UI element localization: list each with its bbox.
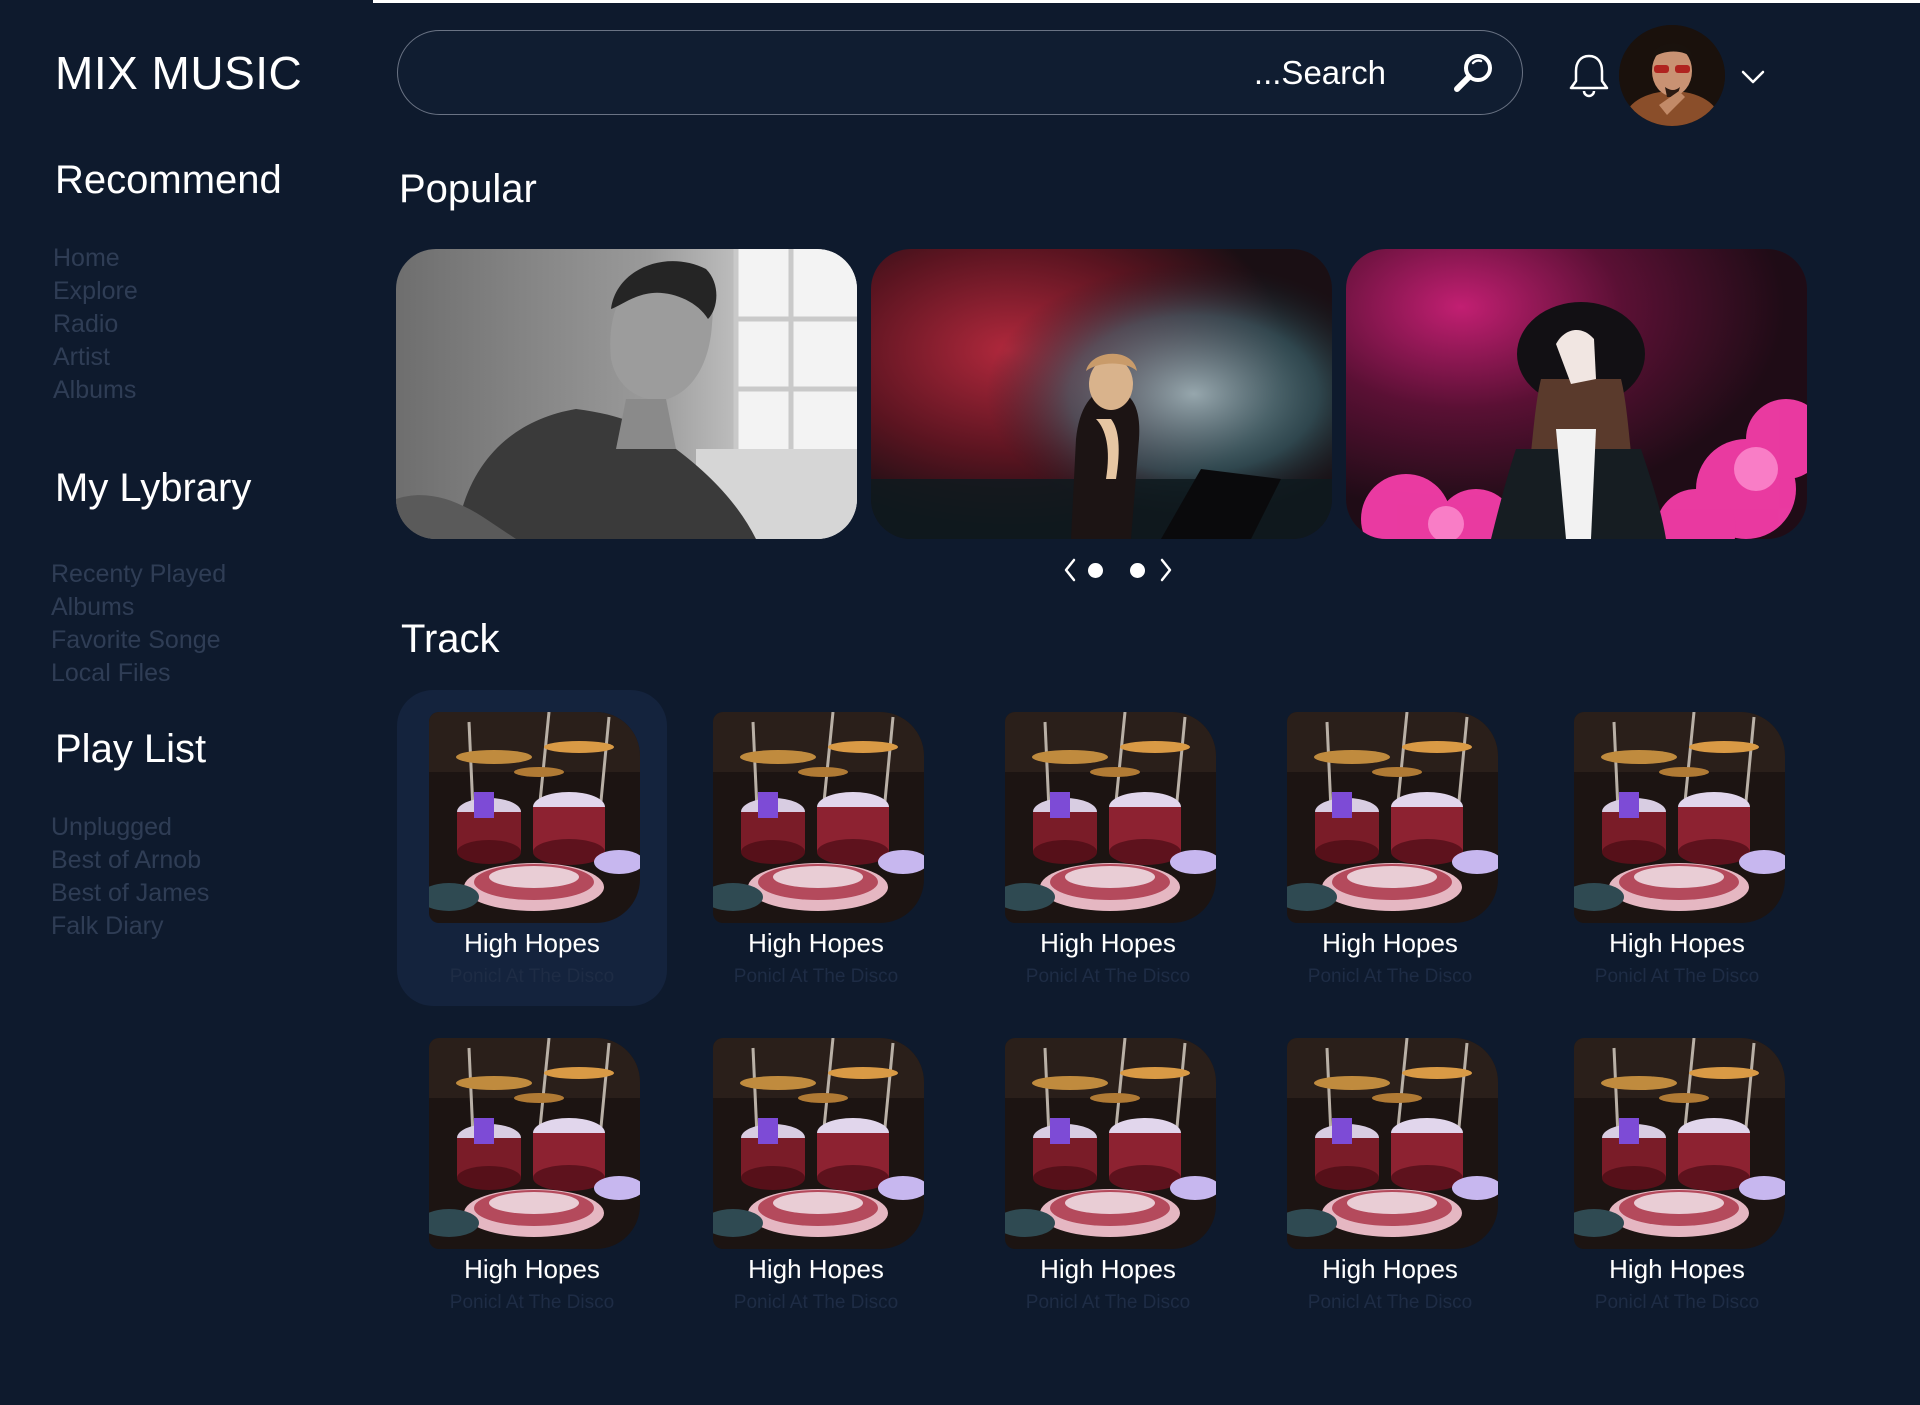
chevron-left-icon[interactable] bbox=[1062, 557, 1078, 583]
popular-card-2[interactable] bbox=[871, 249, 1332, 539]
library-list: Recenty Played Albums Favorite Songe Loc… bbox=[51, 558, 226, 690]
playlist-list: Unplugged Best of Arnob Best of James Fa… bbox=[51, 811, 209, 943]
sidebar-item-unplugged[interactable]: Unplugged bbox=[51, 811, 209, 844]
track-card[interactable]: High Hopes Ponicl At The Disco bbox=[973, 690, 1243, 1006]
track-artist: Ponicl At The Disco bbox=[1594, 1292, 1760, 1313]
playlist-title: Play List bbox=[55, 727, 207, 771]
top-accent-line bbox=[373, 0, 1920, 3]
track-artist: Ponicl At The Disco bbox=[1025, 1292, 1191, 1313]
carousel-dot-2[interactable] bbox=[1130, 563, 1145, 578]
search-input[interactable] bbox=[424, 41, 1388, 105]
track-cover-image bbox=[1005, 712, 1216, 923]
sidebar-item-best-of-james[interactable]: Best of James bbox=[51, 877, 209, 910]
track-artist: Ponicl At The Disco bbox=[1307, 1292, 1473, 1313]
track-cover-image bbox=[1005, 1038, 1216, 1249]
track-title: High Hopes bbox=[464, 928, 600, 958]
sidebar-item-home[interactable]: Home bbox=[53, 242, 138, 275]
track-title: High Hopes bbox=[1322, 1254, 1458, 1284]
popular-heading: Popular bbox=[399, 167, 537, 211]
sidebar-item-best-of-arnob[interactable]: Best of Arnob bbox=[51, 844, 209, 877]
track-artist: Ponicl At The Disco bbox=[733, 1292, 899, 1313]
avatar[interactable] bbox=[1619, 25, 1725, 126]
track-cover-image bbox=[429, 712, 640, 923]
sidebar-item-favorite-songs[interactable]: Favorite Songe bbox=[51, 624, 226, 657]
sidebar-item-library-albums[interactable]: Albums bbox=[51, 591, 226, 624]
track-card[interactable]: High Hopes Ponicl At The Disco bbox=[397, 690, 667, 1006]
track-artist: Ponicl At The Disco bbox=[733, 966, 899, 987]
sidebar-item-artist[interactable]: Artist bbox=[53, 341, 138, 374]
library-title: My Lybrary bbox=[55, 466, 252, 510]
popular-card-3[interactable] bbox=[1346, 249, 1807, 539]
sidebar-item-falk-diary[interactable]: Falk Diary bbox=[51, 910, 209, 943]
track-card[interactable]: High Hopes Ponicl At The Disco bbox=[973, 1016, 1243, 1332]
brand-logo[interactable]: MIX MUSIC bbox=[55, 46, 302, 100]
bell-icon[interactable] bbox=[1568, 52, 1610, 98]
track-card[interactable]: High Hopes Ponicl At The Disco bbox=[1542, 1016, 1812, 1332]
sidebar-item-radio[interactable]: Radio bbox=[53, 308, 138, 341]
sidebar-item-explore[interactable]: Explore bbox=[53, 275, 138, 308]
track-cover-image bbox=[429, 1038, 640, 1249]
track-title: High Hopes bbox=[1322, 928, 1458, 958]
recommend-list: Home Explore Radio Artist Albums bbox=[53, 242, 138, 407]
track-title: High Hopes bbox=[464, 1254, 600, 1284]
track-cover-image bbox=[713, 1038, 924, 1249]
track-cover-image bbox=[713, 712, 924, 923]
track-title: High Hopes bbox=[1609, 928, 1745, 958]
track-card[interactable]: High Hopes Ponicl At The Disco bbox=[1542, 690, 1812, 1006]
track-card[interactable]: High Hopes Ponicl At The Disco bbox=[1255, 1016, 1525, 1332]
sidebar-item-albums[interactable]: Albums bbox=[53, 374, 138, 407]
recommend-title: Recommend bbox=[55, 158, 282, 202]
track-artist: Ponicl At The Disco bbox=[449, 1292, 615, 1313]
chevron-right-icon[interactable] bbox=[1158, 557, 1174, 583]
chevron-down-icon[interactable] bbox=[1740, 68, 1766, 86]
track-title: High Hopes bbox=[1040, 928, 1176, 958]
track-card[interactable]: High Hopes Ponicl At The Disco bbox=[681, 690, 951, 1006]
track-cover-image bbox=[1287, 712, 1498, 923]
search-bar bbox=[397, 30, 1523, 115]
popular-card-1[interactable] bbox=[396, 249, 857, 539]
search-icon[interactable] bbox=[1452, 51, 1496, 95]
sidebar-item-recently-played[interactable]: Recenty Played bbox=[51, 558, 226, 591]
track-card[interactable]: High Hopes Ponicl At The Disco bbox=[1255, 690, 1525, 1006]
track-title: High Hopes bbox=[748, 1254, 884, 1284]
app-root: MIX MUSIC Recommend Home Explore Radio A… bbox=[0, 0, 1920, 1405]
track-cover-image bbox=[1574, 712, 1785, 923]
track-card[interactable]: High Hopes Ponicl At The Disco bbox=[681, 1016, 951, 1332]
track-artist: Ponicl At The Disco bbox=[1307, 966, 1473, 987]
sidebar-item-local-files[interactable]: Local Files bbox=[51, 657, 226, 690]
track-artist: Ponicl At The Disco bbox=[449, 966, 615, 987]
track-artist: Ponicl At The Disco bbox=[1594, 966, 1760, 987]
track-cover-image bbox=[1287, 1038, 1498, 1249]
track-title: High Hopes bbox=[1609, 1254, 1745, 1284]
track-title: High Hopes bbox=[748, 928, 884, 958]
track-heading: Track bbox=[401, 617, 500, 661]
track-artist: Ponicl At The Disco bbox=[1025, 966, 1191, 987]
sidebar: MIX MUSIC Recommend Home Explore Radio A… bbox=[0, 0, 372, 1405]
carousel-dot-1[interactable] bbox=[1088, 563, 1103, 578]
carousel-controls bbox=[1058, 557, 1178, 583]
track-cover-image bbox=[1574, 1038, 1785, 1249]
track-card[interactable]: High Hopes Ponicl At The Disco bbox=[397, 1016, 667, 1332]
track-title: High Hopes bbox=[1040, 1254, 1176, 1284]
